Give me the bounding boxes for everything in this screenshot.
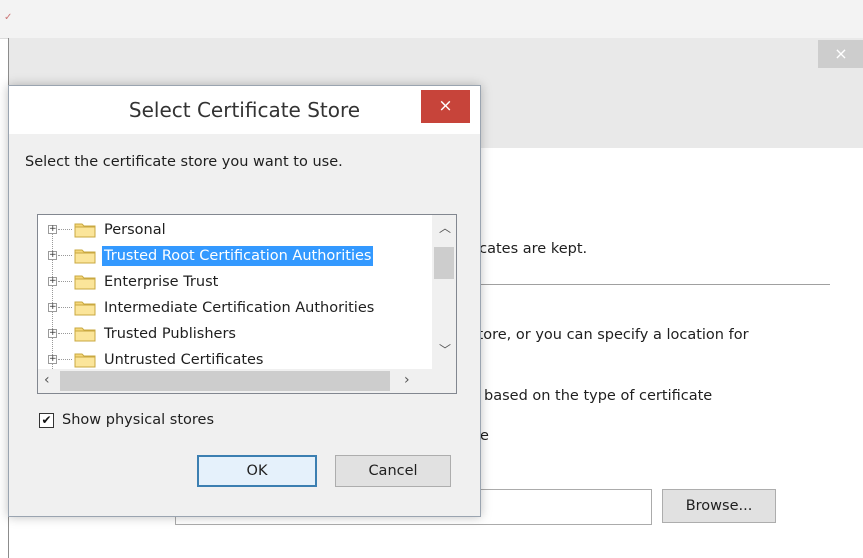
tree-connector [58, 307, 72, 308]
tree-connector [58, 333, 72, 334]
tree-horizontal-scrollbar[interactable]: ‹ › [38, 369, 456, 393]
store-tree-item[interactable]: + Enterprise Trust [38, 269, 433, 295]
store-tree-item[interactable]: + Trusted Publishers [38, 321, 433, 347]
scroll-up-icon[interactable]: ︿ [439, 219, 451, 236]
scroll-left-icon[interactable]: ‹ [44, 372, 50, 388]
checkmark-icon: ✔ [41, 413, 52, 427]
dialog-prompt: Select the certificate store you want to… [25, 154, 343, 170]
select-certificate-store-dialog: Select Certificate Store × Select the ce… [8, 85, 481, 517]
store-tree-item-label: Enterprise Trust [104, 274, 219, 290]
plus-box-icon[interactable]: + [48, 303, 57, 312]
tree-connector [58, 359, 72, 360]
dialog-close-button[interactable]: × [421, 90, 470, 123]
plus-box-icon[interactable]: + [48, 251, 57, 260]
dialog-titlebar: Select Certificate Store × [9, 86, 480, 134]
plus-box-icon[interactable]: + [48, 355, 57, 364]
store-tree-item[interactable]: + Trusted Root Certification Authorities [38, 243, 433, 269]
wizard-close-button[interactable]: × [818, 40, 863, 68]
store-tree-item[interactable]: + Intermediate Certification Authorities [38, 295, 433, 321]
plus-box-icon[interactable]: + [48, 277, 57, 286]
app-icon: ✓ [4, 12, 13, 23]
tree-connector [58, 229, 72, 230]
certificate-store-tree[interactable]: + Personal + Trusted Root Certification Aut… [37, 214, 457, 394]
tree-connector [58, 255, 72, 256]
show-physical-stores-label: Show physical stores [62, 412, 215, 428]
folder-icon [74, 299, 96, 316]
tree-connector [58, 281, 72, 282]
ok-button[interactable]: OK [197, 455, 317, 487]
store-tree-item-label: Personal [104, 222, 166, 238]
show-physical-stores-checkbox[interactable]: ✔ [39, 413, 54, 428]
scroll-right-icon[interactable]: › [404, 372, 410, 388]
wizard-text-line: e [480, 428, 489, 444]
store-tree-item-label: Untrusted Certificates [104, 352, 264, 368]
tree-vertical-scrollbar[interactable]: ︿ ﹀ [432, 215, 456, 369]
store-tree-item-label: Trusted Root Certification Authorities [102, 246, 374, 266]
store-tree-item[interactable]: + Personal [38, 217, 433, 243]
cancel-button[interactable]: Cancel [335, 455, 451, 487]
browse-button[interactable]: Browse... [662, 489, 776, 523]
store-tree-item-label: Trusted Publishers [104, 326, 236, 342]
wizard-text-line: ficates are kept. [470, 241, 588, 257]
wizard-text-line: based on the type of certificate [484, 388, 713, 404]
scroll-down-icon[interactable]: ﹀ [439, 341, 451, 358]
folder-icon [74, 325, 96, 342]
plus-box-icon[interactable]: + [48, 329, 57, 338]
wizard-separator [470, 284, 830, 285]
folder-icon [74, 221, 96, 238]
folder-icon [74, 351, 96, 368]
plus-box-icon[interactable]: + [48, 225, 57, 234]
store-tree-item-label: Intermediate Certification Authorities [104, 300, 375, 316]
folder-icon [74, 273, 96, 290]
folder-icon [74, 247, 96, 264]
horizontal-scroll-thumb[interactable] [60, 371, 390, 391]
wizard-text-line: store, or you can specify a location for [470, 327, 749, 343]
background-top-strip: ✓ [0, 0, 863, 39]
vertical-scroll-thumb[interactable] [434, 247, 454, 279]
dialog-title: Select Certificate Store [128, 98, 361, 122]
